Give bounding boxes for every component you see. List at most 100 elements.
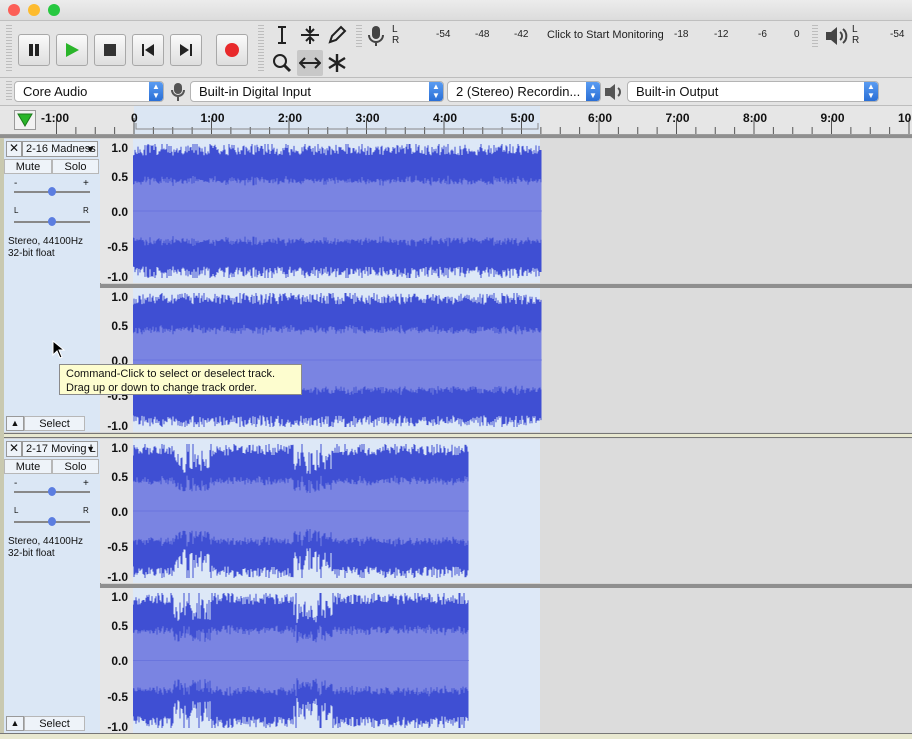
mute-button[interactable]: Mute xyxy=(4,459,52,474)
amplitude-label: 0.5 xyxy=(111,170,128,184)
gain-min-label: - xyxy=(14,178,18,189)
timeline-label: 9:00 xyxy=(820,111,845,125)
gain-slider-thumb[interactable] xyxy=(48,487,56,496)
selection-bracket xyxy=(135,123,539,130)
pan-left-label: L xyxy=(14,506,19,515)
play-meter-grip[interactable] xyxy=(812,25,818,49)
multi-tool[interactable] xyxy=(324,50,350,76)
amplitude-label: 1.0 xyxy=(111,141,128,155)
minimize-window-button[interactable] xyxy=(28,4,40,16)
amplitude-label: -0.5 xyxy=(107,540,128,554)
amplitude-label: 0.0 xyxy=(111,205,128,219)
vertical-amplitude-ruler[interactable]: 1.0 0.5 0.0 -0.5 -1.0 xyxy=(100,439,133,584)
amplitude-label: 0.5 xyxy=(111,319,128,333)
record-meter[interactable]: -54 -48 -42 Click to Start Monitoring -1… xyxy=(402,26,802,46)
close-window-button[interactable] xyxy=(8,4,20,16)
track-format-info: Stereo, 44100Hz xyxy=(8,236,84,247)
track-format-info: Stereo, 44100Hz xyxy=(8,536,84,547)
gain-slider-thumb[interactable] xyxy=(48,187,56,196)
tools-grip[interactable] xyxy=(258,25,264,73)
play-meter-icon-button[interactable] xyxy=(824,25,848,50)
recording-device-select[interactable]: Built-in Digital Input ▲ ▼ xyxy=(190,81,444,102)
solo-button[interactable]: Solo xyxy=(52,159,99,174)
waveform[interactable] xyxy=(133,588,469,733)
timeline-label: 3:00 xyxy=(355,111,380,125)
record-meter-left-label: L xyxy=(392,24,398,35)
play-button[interactable] xyxy=(56,34,88,66)
meter-tick: -42 xyxy=(514,29,529,40)
gain-max-label: + xyxy=(83,178,89,189)
device-toolbar: Core Audio ▲ ▼ Built-in Digital Input ▲ ▼ … xyxy=(0,78,912,106)
zoom-window-button[interactable] xyxy=(48,4,60,16)
track-sample-format: 32-bit float xyxy=(8,548,55,559)
recording-channels-select[interactable]: 2 (Stereo) Recordin... ▲ ▼ xyxy=(447,81,601,102)
click-to-start-monitoring[interactable]: Click to Start Monitoring xyxy=(547,29,664,41)
skip-to-end-button[interactable] xyxy=(170,34,202,66)
meter-tick: -12 xyxy=(714,29,729,40)
waveform[interactable] xyxy=(133,288,542,432)
collapse-track-button[interactable]: ▲ xyxy=(6,416,24,431)
timeline-ruler[interactable]: -1:00 0 1:00 2:00 3:00 4:00 5:00 6:00 7:00 8:00 9:… xyxy=(0,106,912,135)
play-meter-right-label: R xyxy=(852,35,860,46)
close-track-button[interactable]: ✕ xyxy=(6,441,22,457)
gain-min-label: - xyxy=(14,478,18,489)
stop-icon xyxy=(104,44,116,56)
playback-device-select[interactable]: Built-in Output ▲ ▼ xyxy=(627,81,879,102)
track-separator[interactable] xyxy=(0,433,912,438)
timeline-label: 0 xyxy=(131,111,138,125)
timeline-label: 6:00 xyxy=(588,111,613,125)
speaker-icon xyxy=(605,84,621,100)
magnifier-icon xyxy=(273,54,292,73)
microphone-icon xyxy=(171,83,185,101)
record-meter-icon-button[interactable] xyxy=(366,25,386,50)
meter-tick: -48 xyxy=(475,29,490,40)
meter-tick: -54 xyxy=(436,29,451,40)
envelope-tool[interactable] xyxy=(297,22,323,48)
close-track-button[interactable]: ✕ xyxy=(6,141,22,157)
timeline-label: 7:00 xyxy=(665,111,690,125)
select-track-button[interactable]: Select xyxy=(24,416,85,431)
draw-tool[interactable] xyxy=(324,22,350,48)
device-toolbar-grip[interactable] xyxy=(6,81,12,102)
time-shift-tool[interactable] xyxy=(297,50,323,76)
zoom-tool[interactable] xyxy=(269,50,295,76)
play-icon xyxy=(66,43,79,57)
track-name-menu[interactable]: 2-16 Madness ▼ xyxy=(22,141,98,157)
vertical-amplitude-ruler[interactable]: 1.0 0.5 0.0 -0.5 -1.0 xyxy=(100,288,133,433)
amplitude-label: -1.0 xyxy=(107,419,128,433)
selection-tool[interactable] xyxy=(269,22,295,48)
track-area-left-border xyxy=(0,138,4,733)
dropdown-arrow-icon: ▼ xyxy=(86,444,95,454)
waveform[interactable] xyxy=(133,139,542,283)
collapse-track-button[interactable]: ▲ xyxy=(6,716,24,731)
meter-tick: 0 xyxy=(794,29,800,40)
record-button[interactable] xyxy=(216,34,248,66)
mute-button[interactable]: Mute xyxy=(4,159,52,174)
vertical-amplitude-ruler[interactable]: 1.0 0.5 0.0 -0.5 -1.0 xyxy=(100,588,133,734)
pan-slider-thumb[interactable] xyxy=(48,217,56,226)
record-meter-right-label: R xyxy=(392,35,400,46)
track-control-panel[interactable]: ✕ 2-17 Moving L ▼ Mute Solo - + L R Ster… xyxy=(4,439,101,733)
timeline-label: 2:00 xyxy=(278,111,303,125)
pause-button[interactable] xyxy=(18,34,50,66)
track-name-menu[interactable]: 2-17 Moving L ▼ xyxy=(22,441,98,457)
pencil-icon xyxy=(328,25,347,44)
record-meter-grip[interactable] xyxy=(356,25,362,49)
pan-slider-thumb[interactable] xyxy=(48,517,56,526)
collapse-arrow-icon: ▲ xyxy=(10,418,20,428)
stop-button[interactable] xyxy=(94,34,126,66)
asterisk-icon xyxy=(328,54,346,72)
chevron-updown-icon: ▲ ▼ xyxy=(149,82,163,101)
waveform[interactable] xyxy=(133,439,469,583)
vertical-amplitude-ruler[interactable]: 1.0 0.5 0.0 -0.5 -1.0 xyxy=(100,139,133,284)
audio-host-select[interactable]: Core Audio ▲ ▼ xyxy=(14,81,164,102)
timeline-label: 8:00 xyxy=(743,111,768,125)
collapse-arrow-icon: ▲ xyxy=(10,718,20,728)
skip-to-start-button[interactable] xyxy=(132,34,164,66)
title-bar xyxy=(0,0,912,21)
select-track-button[interactable]: Select xyxy=(24,716,85,731)
toolbar: L R -54 -48 -42 Click to Start Monitorin… xyxy=(0,21,912,78)
solo-button[interactable]: Solo xyxy=(52,459,99,474)
toolbar-grip[interactable] xyxy=(6,25,12,73)
amplitude-label: -1.0 xyxy=(107,719,128,734)
